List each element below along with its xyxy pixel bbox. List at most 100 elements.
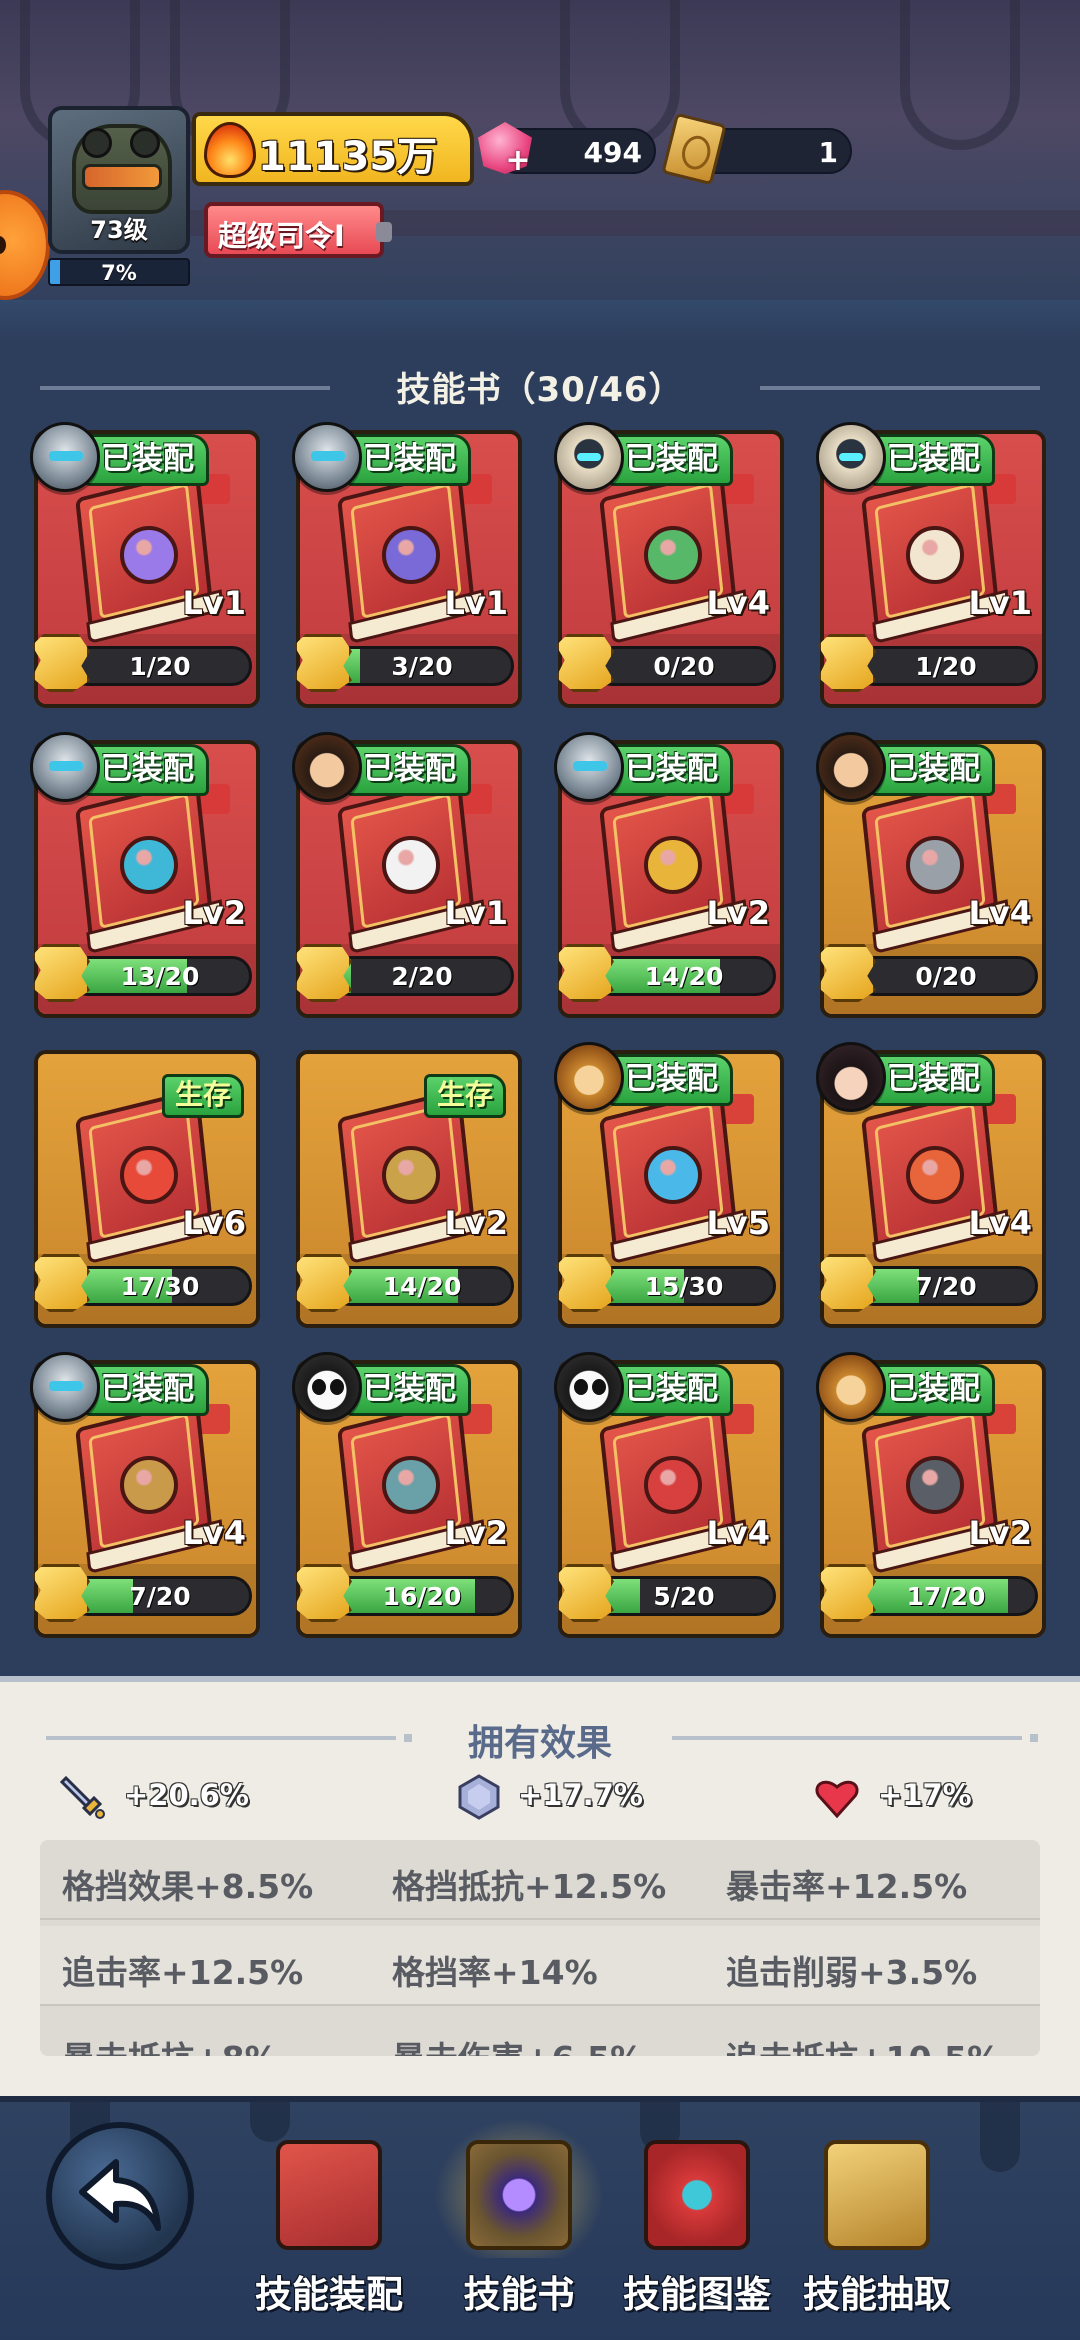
skill-book-card[interactable]: 已装配 Lv1 1/20 xyxy=(816,422,1046,708)
fragment-progress-bar: 16/20 xyxy=(330,1576,514,1616)
skill-level: Lv1 xyxy=(444,894,508,932)
fragment-count: 2/20 xyxy=(391,962,453,991)
skill-level: Lv4 xyxy=(706,1514,770,1552)
attribute-item: 暴击率+12.5% xyxy=(726,1867,968,1906)
skill-book-card[interactable]: 已装配 Lv4 5/20 xyxy=(554,1352,784,1638)
fragment-progress-bar: 14/20 xyxy=(592,956,776,996)
golem-icon xyxy=(120,1456,178,1514)
monkey-hero-avatar-icon xyxy=(554,1042,624,1112)
puzzle-shard-icon xyxy=(818,634,876,692)
shield-gem-icon xyxy=(458,1774,500,1820)
fragment-progress-bar: 0/20 xyxy=(854,956,1038,996)
wrench-icon xyxy=(382,526,440,584)
fragment-progress-bar: 7/20 xyxy=(854,1266,1038,1306)
effects-title: 拥有效果 xyxy=(467,1723,612,1764)
equipped-badge: 已装配 xyxy=(608,744,733,796)
puzzle-shard-icon xyxy=(556,634,614,692)
extinguisher-icon xyxy=(644,1456,702,1514)
robot-hero-avatar-icon xyxy=(30,1352,100,1422)
skill-book-card[interactable]: 已装配 Lv1 3/20 xyxy=(292,422,522,708)
tab-skill-equip[interactable]: 技能装配 xyxy=(244,2130,414,2330)
skill-level: Lv2 xyxy=(182,894,246,932)
magic-orb-book-icon xyxy=(466,2140,572,2250)
skill-book-card[interactable]: 已装配 Lv5 15/30 xyxy=(554,1042,784,1328)
attribute-item: 格挡效果+8.5% xyxy=(62,1867,314,1906)
skill-book-card[interactable]: 已装配 Lv2 16/20 xyxy=(292,1352,522,1638)
fragment-count: 3/20 xyxy=(391,652,453,681)
fragment-progress-bar: 5/20 xyxy=(592,1576,776,1616)
puzzle-shard-icon xyxy=(32,1254,90,1312)
combat-power: 11135万 xyxy=(192,112,474,186)
skill-book-card[interactable]: 生存 Lv2 14/20 xyxy=(294,1050,522,1328)
equipped-badge: 已装配 xyxy=(870,434,995,486)
section-title: 技能书（30/46） xyxy=(396,370,684,410)
skill-book-card[interactable]: 已装配 Lv1 2/20 xyxy=(292,732,522,1018)
skill-level: Lv4 xyxy=(706,584,770,622)
puzzle-shard-icon xyxy=(32,944,90,1002)
tab-skill-draw[interactable]: 技能抽取 xyxy=(792,2130,962,2330)
equipped-badge: 已装配 xyxy=(608,434,733,486)
add-gem-icon[interactable]: + xyxy=(505,146,531,176)
puzzle-shard-icon xyxy=(32,634,90,692)
attribute-item: 暴击伤害+6.5% xyxy=(392,2032,643,2056)
skill-level: Lv1 xyxy=(444,584,508,622)
wing-icon xyxy=(382,836,440,894)
rank-title-badge[interactable]: 超级司令Ⅰ xyxy=(204,202,392,258)
equipped-badge: 已装配 xyxy=(608,1054,733,1106)
fragment-count: 5/20 xyxy=(653,1582,715,1611)
canister-icon xyxy=(644,1146,702,1204)
equipped-badge: 已装配 xyxy=(84,434,209,486)
skill-book-card[interactable]: 已装配 Lv2 13/20 xyxy=(30,732,260,1018)
tab-skill-equip-label: 技能装配 xyxy=(255,2273,403,2316)
sword-icon xyxy=(60,1775,105,1819)
fragment-progress-bar: 0/20 xyxy=(592,646,776,686)
combat-power-value: 11135万 xyxy=(258,134,438,180)
cannon-icon xyxy=(906,1456,964,1514)
fragment-count: 7/20 xyxy=(129,1582,191,1611)
skill-book-card[interactable]: 生存 Lv6 17/30 xyxy=(32,1050,260,1328)
equipped-badge: 已装配 xyxy=(84,744,209,796)
tab-skill-book[interactable]: 技能书 xyxy=(434,2130,604,2330)
skill-level: Lv5 xyxy=(706,1204,770,1242)
skill-book-card[interactable]: 已装配 Lv4 7/20 xyxy=(816,1042,1046,1328)
defense-bonus: +17.7% xyxy=(518,1778,643,1812)
hooded-hero-avatar-icon xyxy=(554,422,624,492)
fragment-progress-bar: 15/30 xyxy=(592,1266,776,1306)
fragment-count: 17/20 xyxy=(906,1582,986,1611)
attribute-item: 格挡抵抗+12.5% xyxy=(392,1867,667,1906)
fragment-progress-bar: 13/20 xyxy=(68,956,252,996)
flame-icon xyxy=(204,122,256,178)
gauntlet-icon xyxy=(906,836,964,894)
fragment-count: 7/20 xyxy=(915,1272,977,1301)
fragment-progress-bar: 2/20 xyxy=(330,956,514,996)
skill-level: Lv2 xyxy=(444,1514,508,1552)
tab-skill-codex[interactable]: 技能图鉴 xyxy=(612,2130,782,2330)
skill-book-card[interactable]: 已装配 Lv2 17/20 xyxy=(816,1352,1046,1638)
skill-book-card[interactable]: 已装配 Lv1 1/20 xyxy=(30,422,260,708)
gift-box-icon xyxy=(120,526,178,584)
shield-robot-icon xyxy=(382,1456,440,1514)
back-button[interactable] xyxy=(46,2122,194,2270)
skill-book-card[interactable]: 已装配 Lv4 7/20 xyxy=(30,1352,260,1638)
crossbow-icon xyxy=(120,836,178,894)
card-draw-icon xyxy=(824,2140,930,2250)
skill-book-card[interactable]: 已装配 Lv4 0/20 xyxy=(554,422,784,708)
skill-level: Lv2 xyxy=(968,1514,1032,1552)
attribute-item: 暴击抵抗+8% xyxy=(62,2032,278,2056)
gem-count: 494 xyxy=(583,136,642,169)
owned-effects-panel: 拥有效果 +20.6% +17.7% +17% 格挡效果+8.5% 格挡抵抗+12… xyxy=(0,1676,1080,2096)
skill-book-card[interactable]: 已装配 Lv2 14/20 xyxy=(554,732,784,1018)
fragment-count: 1/20 xyxy=(915,652,977,681)
gear-book-icon xyxy=(276,2140,382,2250)
attribute-row: 格挡效果+8.5% 格挡抵抗+12.5% 暴击率+12.5% xyxy=(40,1840,1040,1920)
fragment-progress-bar: 1/20 xyxy=(854,646,1038,686)
skill-book-card[interactable]: 已装配 Lv4 0/20 xyxy=(816,732,1046,1018)
robot-hero-avatar-icon xyxy=(30,732,100,802)
equipped-badge: 已装配 xyxy=(870,744,995,796)
skill-level: Lv1 xyxy=(968,584,1032,622)
attribute-list[interactable]: 格挡效果+8.5% 格挡抵抗+12.5% 暴击率+12.5% 追击率+12.5% 格挡率… xyxy=(40,1840,1040,2056)
hp-bonus: +17% xyxy=(878,1778,972,1812)
ticket-count: 1 xyxy=(818,136,838,169)
fragment-count: 1/20 xyxy=(129,652,191,681)
attribute-item: 追击削弱+3.5% xyxy=(726,1953,978,1992)
